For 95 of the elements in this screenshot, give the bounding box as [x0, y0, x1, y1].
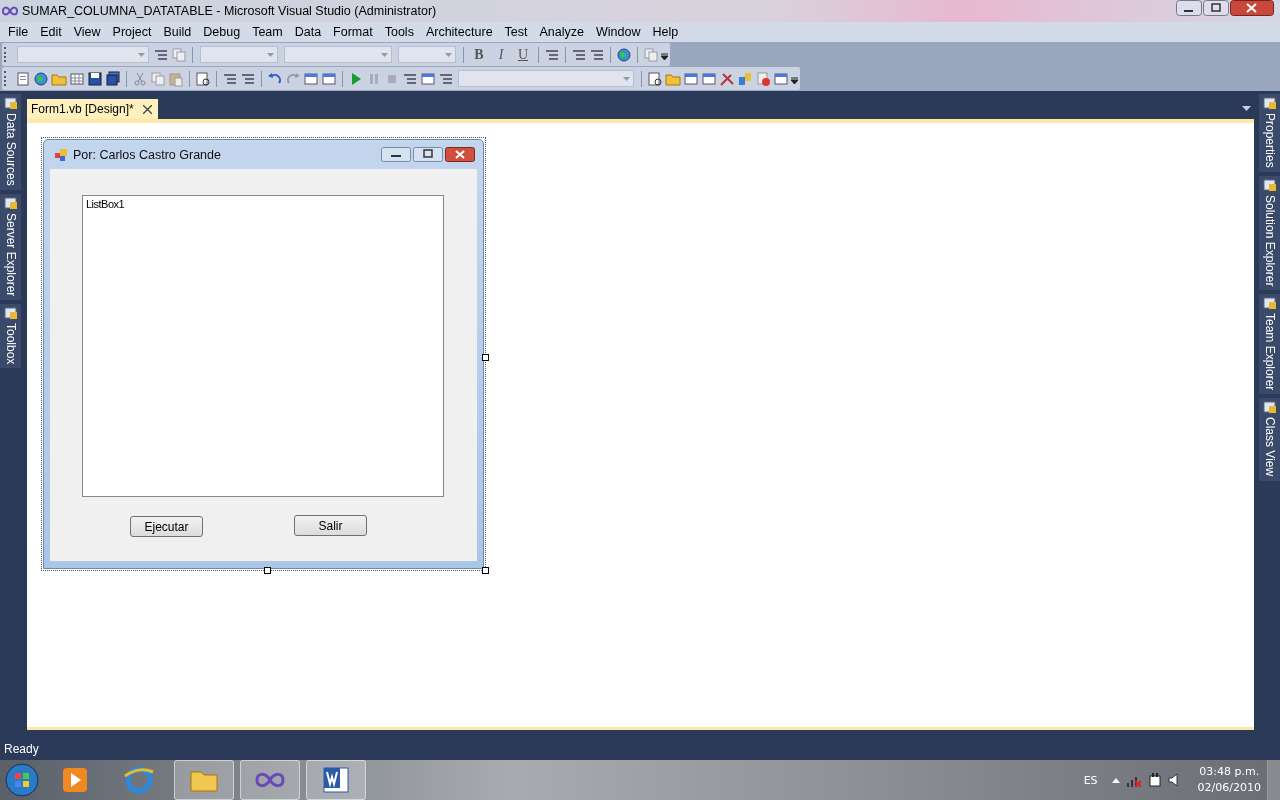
panel-label: Toolbox	[3, 323, 18, 365]
restore-icon[interactable]	[1203, 0, 1229, 16]
form-button[interactable]: Salir	[294, 515, 367, 536]
list-item[interactable]: ListBox1	[86, 198, 440, 210]
close-icon	[445, 147, 475, 162]
dropdown-field[interactable]	[200, 46, 278, 63]
menu-item[interactable]: View	[68, 25, 108, 39]
menu-item[interactable]: Debug	[198, 25, 248, 39]
panel-tab[interactable]: Properties	[1259, 94, 1280, 172]
form-window[interactable]: Por: Carlos Castro Grande ListBox1 Ejecutar Salir	[43, 139, 484, 569]
caret-icon	[445, 52, 452, 57]
window-icon[interactable]	[321, 70, 337, 87]
tab-label: Form1.vb [Design]*	[31, 102, 134, 116]
window-icon[interactable]	[420, 70, 436, 87]
paste-icon[interactable]	[168, 70, 184, 87]
panel-label: Solution Explorer	[1262, 194, 1277, 287]
save-icon[interactable]	[87, 70, 103, 87]
delete-icon[interactable]	[755, 70, 771, 87]
globe-icon[interactable]	[616, 46, 632, 63]
panel-icon	[1262, 96, 1277, 110]
window-icon[interactable]	[701, 70, 717, 87]
panel-label: Class View	[1262, 417, 1277, 477]
menu-item[interactable]: Test	[499, 25, 535, 39]
caret-icon[interactable]	[1111, 777, 1120, 783]
panel-icon	[1262, 296, 1277, 311]
panel-tab[interactable]: Solution Explorer	[1259, 175, 1280, 291]
maximize-icon	[413, 147, 443, 162]
caret-icon	[623, 76, 630, 81]
document-tab[interactable]: Form1.vb [Design]*	[27, 99, 158, 119]
panel-icon	[1262, 400, 1277, 415]
caret-icon	[267, 52, 274, 57]
list-box[interactable]: ListBox1	[82, 195, 444, 497]
menu-item[interactable]: Edit	[35, 25, 69, 39]
dropdown-icon[interactable]	[1242, 105, 1251, 111]
panel-tab[interactable]: Toolbox	[0, 304, 21, 369]
status-text: Ready	[4, 742, 39, 756]
clock-time[interactable]: 03:48 p.m.	[1199, 764, 1260, 780]
caret-icon	[138, 52, 145, 57]
menu-item[interactable]: Analyze	[534, 25, 591, 39]
speaker-icon[interactable]	[1167, 773, 1180, 787]
start-icon[interactable]	[4, 762, 40, 798]
save-all-icon[interactable]	[105, 70, 121, 87]
resize-handle[interactable]	[263, 567, 271, 574]
panel-tab[interactable]: Team Explorer	[1259, 294, 1280, 395]
minimize-icon	[381, 147, 411, 162]
menu-item[interactable]: Project	[107, 25, 159, 39]
close-icon[interactable]	[1230, 0, 1274, 16]
menu-item[interactable]: Window	[591, 25, 648, 39]
format-button[interactable]: I	[491, 46, 511, 63]
language-indicator[interactable]: ES	[1083, 773, 1098, 787]
resize-handle[interactable]	[482, 567, 489, 574]
menu-item[interactable]: Format	[328, 25, 380, 39]
globe-icon[interactable]	[33, 70, 49, 87]
minimize-icon[interactable]	[1176, 0, 1202, 16]
form-title: Por: Carlos Castro Grande	[73, 147, 222, 162]
dropdown-field[interactable]	[17, 46, 149, 63]
menu-item[interactable]: Build	[158, 25, 199, 39]
clock-date[interactable]: 02/06/2010	[1197, 780, 1261, 796]
panel-tab[interactable]: Class View	[1259, 398, 1280, 481]
close-icon[interactable]	[142, 104, 152, 114]
window-icon[interactable]	[773, 70, 789, 87]
menu-item[interactable]: File	[3, 25, 36, 39]
resize-handle[interactable]	[482, 354, 489, 361]
menu-item[interactable]: Team	[247, 25, 290, 39]
caret-icon	[381, 52, 388, 57]
panel-label: Server Explorer	[3, 212, 18, 297]
window-icon[interactable]	[683, 70, 699, 87]
dropdown-field[interactable]	[458, 70, 634, 87]
document-icon[interactable]	[15, 70, 31, 87]
infinity-icon	[2, 6, 18, 16]
panel-icon	[3, 96, 18, 110]
blocks-icon[interactable]	[737, 70, 753, 87]
window-title: SUMAR_COLUMNA_DATATABLE - Microsoft Visual Studio (Administrator)	[22, 4, 438, 18]
panel-icon	[3, 306, 18, 321]
panel-icon	[3, 195, 18, 210]
format-button[interactable]: U	[513, 46, 533, 63]
panel-tab[interactable]: Data Sources	[0, 94, 21, 190]
menu-item[interactable]: Architecture	[420, 25, 500, 39]
window-icon[interactable]	[303, 70, 319, 87]
menu-item[interactable]: Data	[289, 25, 329, 39]
find-icon[interactable]	[647, 70, 663, 87]
panel-label: Properties	[1262, 113, 1277, 168]
panel-label: Team Explorer	[1262, 313, 1277, 391]
format-button[interactable]: B	[469, 46, 489, 63]
menu-item[interactable]: Tools	[379, 25, 421, 39]
find-icon[interactable]	[195, 70, 211, 87]
panel-tab[interactable]: Server Explorer	[0, 193, 21, 301]
menu-item[interactable]: Help	[647, 25, 686, 39]
form-button[interactable]: Ejecutar	[130, 516, 203, 537]
panel-icon	[1262, 177, 1277, 192]
dropdown-field[interactable]	[284, 46, 392, 63]
dropdown-field[interactable]	[398, 46, 456, 63]
cut-icon[interactable]	[132, 70, 148, 87]
panel-label: Data Sources	[3, 113, 18, 186]
form-icon	[55, 148, 67, 161]
